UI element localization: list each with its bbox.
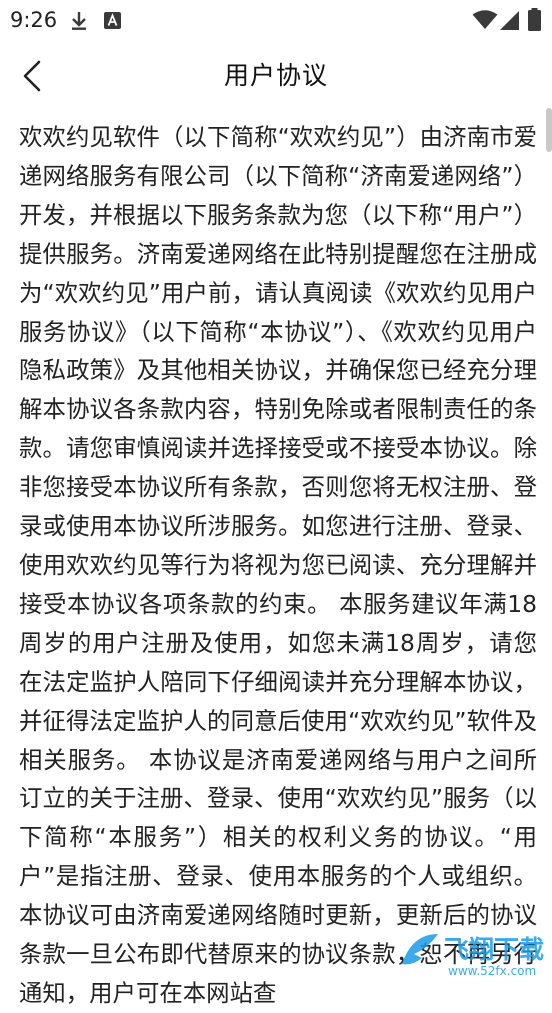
title-bar: 用户协议 <box>0 42 552 106</box>
download-icon <box>72 12 86 30</box>
notification-a-icon <box>104 12 121 29</box>
watermark-label: 飞翔下载 <box>444 935 545 964</box>
status-time: 9:26 <box>10 8 58 32</box>
watermark: 飞翔下载 www.52fx.com <box>396 920 552 985</box>
scrollbar-thumb[interactable] <box>546 108 552 152</box>
agreement-text: 欢欢约见软件（以下简称“欢欢约见”）由济南市爱递网络服务有限公司（以下简称“济南… <box>19 123 537 1007</box>
watermark-logo-icon <box>402 934 438 965</box>
battery-icon <box>528 8 541 31</box>
agreement-content: 欢欢约见软件（以下简称“欢欢约见”）由济南市爱递网络服务有限公司（以下简称“济南… <box>19 118 537 1013</box>
wifi-icon <box>472 10 498 29</box>
status-bar: 9:26 <box>0 0 552 42</box>
signal-icon <box>500 11 519 30</box>
watermark-subtitle: www.52fx.com <box>448 964 537 978</box>
page-title: 用户协议 <box>223 61 328 90</box>
